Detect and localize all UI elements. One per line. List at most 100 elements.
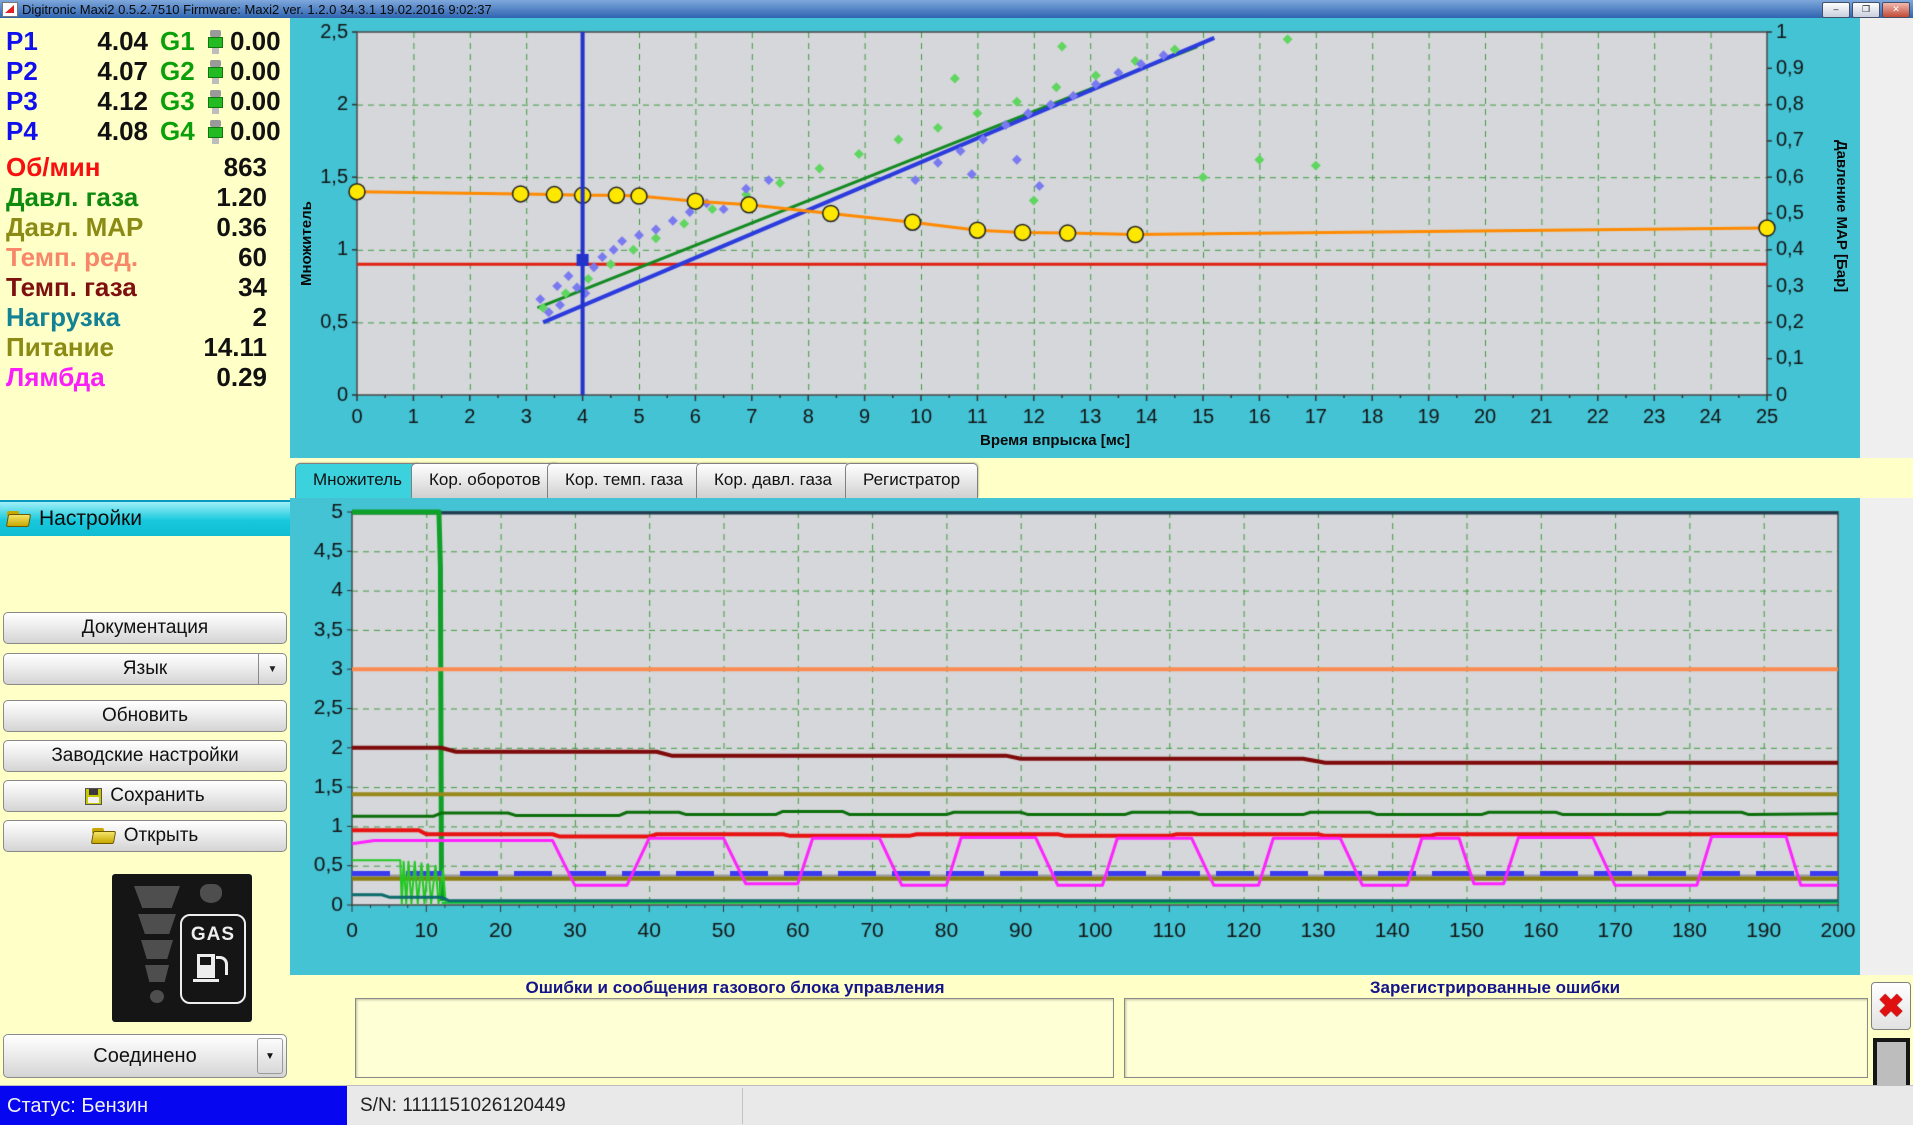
errors-section: Ошибки и сообщения газового блока управл…	[290, 975, 1913, 1085]
save-button[interactable]: Сохранить	[3, 780, 287, 812]
clear-errors-button[interactable]: ✖	[1871, 982, 1911, 1030]
petrol-injector-label: P1	[6, 26, 38, 56]
button-label: Документация	[81, 617, 209, 638]
status-bar: Статус: Бензин S/N: 1111151026120449	[0, 1085, 1913, 1125]
sensor-row: Давл. газа 1.20	[0, 182, 290, 212]
fuel-level-bar	[138, 914, 176, 934]
fuel-level-bar	[134, 886, 180, 908]
app-icon	[2, 1, 18, 17]
recorder-toolbar	[1860, 498, 1913, 975]
sensor-label: Темп. ред.	[6, 242, 139, 272]
red-cross-icon: ✖	[1877, 988, 1905, 1024]
gas-injector-label: G4	[160, 116, 195, 146]
factory-settings-button[interactable]: Заводские настройки	[3, 740, 287, 772]
sensor-label: Нагрузка	[6, 302, 121, 332]
fuel-pump-icon	[197, 954, 215, 978]
injector-icon	[208, 89, 223, 114]
button-label: Сохранить	[110, 785, 205, 806]
button-label: Язык	[122, 658, 168, 679]
petrol-injector-value: 4.04	[97, 26, 148, 56]
sensor-row: Темп. газа 34	[0, 272, 290, 302]
tab-multiplier[interactable]: Множитель	[295, 463, 420, 498]
injector-row: P3 4.12 G3 0.00	[0, 86, 290, 116]
button-label: Обновить	[101, 705, 189, 726]
tab-gas-temp-correction[interactable]: Кор. темп. газа	[547, 463, 701, 498]
injector-icon	[208, 59, 223, 84]
petrol-injector-value: 4.07	[97, 56, 148, 86]
open-folder-icon	[90, 827, 116, 845]
injector-row: P1 4.04 G1 0.00	[0, 26, 290, 56]
serial-number: S/N: 1111151026120449	[360, 1095, 566, 1116]
fuel-pump-base	[193, 979, 219, 982]
connection-dropdown[interactable]: Соединено ▼	[3, 1034, 287, 1078]
minimize-button[interactable]: –	[1822, 2, 1850, 18]
ecu-errors-listbox[interactable]	[355, 998, 1114, 1078]
recorder-chart-canvas[interactable]	[290, 498, 1860, 975]
maximize-button[interactable]: ❒	[1852, 2, 1880, 18]
error-indicator-square	[1873, 1038, 1910, 1092]
fuel-status-badge: Статус: Бензин	[0, 1086, 347, 1125]
settings-header-label: Настройки	[39, 507, 142, 530]
save-icon	[85, 787, 103, 805]
petrol-injector-label: P3	[6, 86, 38, 116]
recorder-chart-panel	[290, 498, 1860, 975]
tab-gas-press-correction[interactable]: Кор. давл. газа	[696, 463, 850, 498]
sensor-label: Об/мин	[6, 152, 101, 182]
sensor-value: 2	[252, 302, 267, 332]
registered-errors-title: Зарегистрированные ошибки	[1369, 978, 1621, 997]
language-dropdown[interactable]: Язык ▼	[3, 653, 287, 685]
sensor-value: 14.11	[203, 332, 267, 362]
sensor-value: 0.36	[216, 212, 267, 242]
statusbar-divider	[742, 1088, 743, 1124]
button-label: Заводские настройки	[51, 745, 239, 766]
map-toolbar: ✖ ✖ 0	[1860, 18, 1913, 458]
chevron-down-icon[interactable]: ▼	[258, 654, 286, 684]
sensor-row: Об/мин 863	[0, 152, 290, 182]
button-label: Открыть	[123, 825, 199, 846]
registered-errors-listbox[interactable]	[1124, 998, 1868, 1078]
title-bar: Digitronic Maxi2 0.5.2.7510 Firmware: Ma…	[0, 0, 1913, 18]
ecu-errors-title: Ошибки и сообщения газового блока управл…	[525, 978, 945, 997]
window-title: Digitronic Maxi2 0.5.2.7510 Firmware: Ma…	[22, 1, 492, 17]
gas-injector-label: G1	[160, 26, 195, 56]
sensor-value: 60	[238, 242, 267, 272]
sensor-label: Давл. газа	[6, 182, 139, 212]
status-led	[200, 884, 222, 903]
injector-icon	[208, 29, 223, 54]
gas-switch-indicator[interactable]: GAS	[112, 874, 252, 1022]
fuel-level-dot	[150, 990, 164, 1003]
sensor-label: Питание	[6, 332, 115, 362]
open-button[interactable]: Открыть	[3, 820, 287, 852]
sensor-value: 1.20	[216, 182, 267, 212]
sensor-row: Лямбда 0.29	[0, 362, 290, 392]
petrol-injector-value: 4.12	[97, 86, 148, 116]
gas-label: GAS	[190, 924, 236, 945]
sensor-row: Давл. МАР 0.36	[0, 212, 290, 242]
injector-row: P2 4.07 G2 0.00	[0, 56, 290, 86]
chevron-down-icon[interactable]: ▼	[257, 1038, 283, 1074]
refresh-button[interactable]: Обновить	[3, 700, 287, 732]
sensor-row: Питание 14.11	[0, 332, 290, 362]
fuel-pump-hose	[216, 956, 228, 975]
sensor-label: Давл. МАР	[6, 212, 144, 242]
multiplier-chart-canvas[interactable]	[290, 18, 1860, 458]
petrol-injector-label: P2	[6, 56, 38, 86]
open-folder-icon	[5, 510, 32, 528]
tab-recorder[interactable]: Регистратор	[845, 463, 979, 498]
fuel-level-bar	[145, 965, 169, 982]
documentation-button[interactable]: Документация	[3, 612, 287, 644]
y-axis-title: Множитель	[298, 201, 315, 286]
injector-icon	[208, 119, 223, 144]
petrol-injector-label: P4	[6, 116, 38, 146]
tab-rpm-correction[interactable]: Кор. оборотов	[411, 463, 559, 498]
sensor-row: Нагрузка 2	[0, 302, 290, 332]
y2-axis-title: Давление МАР [Бар]	[1833, 140, 1850, 293]
sensor-label: Лямбда	[6, 362, 105, 392]
gas-button-frame: GAS	[180, 914, 246, 1004]
sensor-value: 0.29	[216, 362, 267, 392]
settings-header[interactable]: Настройки	[0, 500, 290, 536]
close-button[interactable]: ✕	[1882, 2, 1910, 18]
injector-row: P4 4.08 G4 0.00	[0, 116, 290, 146]
gas-injector-label: G2	[160, 56, 195, 86]
fuel-level-bar	[141, 940, 173, 959]
